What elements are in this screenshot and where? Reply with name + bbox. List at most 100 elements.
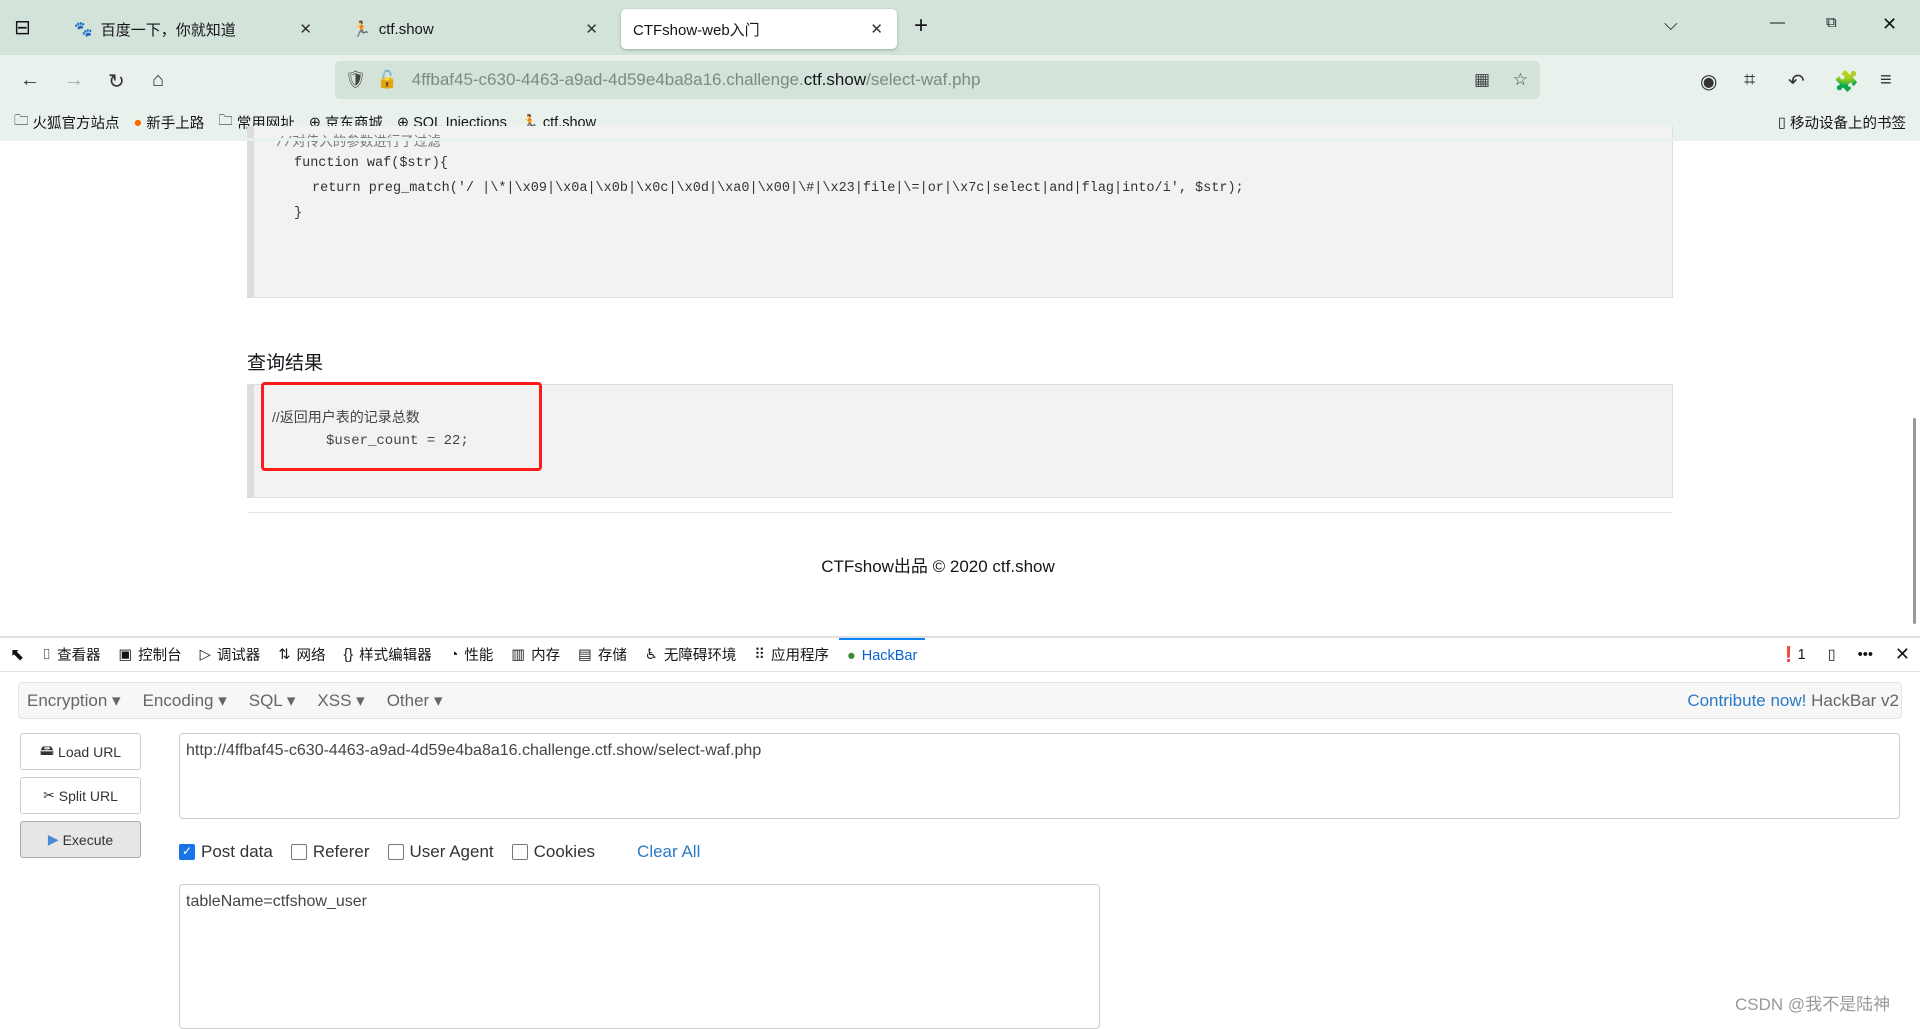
close-tab-icon[interactable]: ✕ [299,20,312,38]
menu-encryption[interactable]: Encryption ▾ [27,691,121,711]
post-data-textarea[interactable]: tableName=ctfshow_user [179,884,1100,1029]
bookmark-item[interactable]: ● 新手上路 [134,112,205,133]
highlight-box [261,382,542,471]
gauge-icon: ◔ [449,646,459,663]
menu-other[interactable]: Other ▾ [387,691,443,711]
bookmarks-shadow [0,138,1920,141]
devtools-panel: ⬉ ⌷ 查看器 ▣ 控制台 ▷ 调试器 ⇅ 网络 {} 样式编辑器 ◔ 性能 ▥ 内存 ▤ 存储… [0,636,1920,1029]
bookmark-item[interactable]: 🗀 火狐官方站点 [14,110,120,135]
accessibility-icon: ♿ [644,646,658,663]
tab-memory[interactable]: ▥ 内存 [511,644,560,665]
insecure-lock-icon[interactable]: 🔓 [377,70,398,90]
menu-icon[interactable]: ≡ [1880,69,1892,92]
split-url-button[interactable]: ✂ Split URL [20,777,141,814]
referer-checkbox[interactable]: Referer [290,842,370,862]
mobile-bookmarks[interactable]: ▯ 移动设备上的书签 [1778,112,1906,133]
menu-sql[interactable]: SQL ▾ [249,691,296,711]
grid-icon: ⠿ [754,646,765,663]
more-icon[interactable]: ••• [1858,647,1873,663]
inspector-icon: ⌷ [42,646,51,663]
home-icon[interactable]: ⌂ [152,69,164,92]
tab-performance[interactable]: ◔ 性能 [450,644,494,665]
back-icon[interactable]: ← [20,69,40,92]
close-tab-icon[interactable]: ✕ [870,20,883,38]
footer: CTFshow出品 © 2020 ctf.show [821,557,1055,576]
console-icon: ▣ [118,646,133,663]
load-icon: 🖴 [39,741,55,758]
close-devtools-icon[interactable]: ✕ [1895,644,1910,665]
memory-icon: ▥ [511,646,526,663]
checkbox[interactable] [511,844,528,860]
watermark: CSDN @我不是陆神 [1735,995,1891,1014]
reload-icon[interactable]: ↻ [108,69,125,94]
close-window-icon[interactable]: ✕ [1882,14,1897,35]
tab-bar: ⊟ 🐾 百度一下，你就知道 ✕ 🏃 ctf.show ✕ CTFshow-web入门 ✕ … [0,0,1920,55]
result-title: 查询结果 [247,353,324,374]
checkbox-checked[interactable]: ✓ [179,844,195,860]
account-icon[interactable]: ◉ [1700,69,1717,94]
tab-ctfshow-web[interactable]: CTFshow-web入门 ✕ [621,9,897,49]
tab-hackbar[interactable]: ● HackBar [838,637,926,672]
source-code-block: //对传入的参数进行了过滤 function waf($str){ return… [247,126,1673,298]
error-icon: ❗ [1779,647,1798,663]
crop-icon[interactable]: ⌗ [1744,69,1755,92]
restore-icon[interactable]: ⧉ [1826,14,1837,31]
new-tab-icon[interactable]: + [914,12,928,40]
nav-bar: ← → ↻ ⌂ 🛡 🔓 4ffbaf45-c630-4463-a9ad-4d59… [0,55,1920,107]
qr-code-icon[interactable]: ▦ [1474,70,1490,90]
divider [247,512,1673,513]
load-url-button[interactable]: 🖴 Load URL [20,733,141,770]
tab-debugger[interactable]: ▷ 调试器 [200,644,261,665]
element-picker-icon[interactable]: ⬉ [10,645,24,665]
hackbar-menu: Encryption ▾ Encoding ▾ SQL ▾ XSS ▾ Othe… [18,682,1902,719]
braces-icon: {} [343,646,354,663]
tab-baidu[interactable]: 🐾 百度一下，你就知道 ✕ [62,9,326,49]
url-bar[interactable]: 🛡 🔓 4ffbaf45-c630-4463-a9ad-4d59e4ba8a16… [335,61,1540,99]
options-row: ✓ Post data Referer User Agent Cookies Cl… [179,842,700,862]
network-icon: ⇅ [278,646,291,663]
post-data-checkbox[interactable]: ✓ Post data [179,842,273,862]
user-agent-checkbox[interactable]: User Agent [387,842,494,862]
close-tab-icon[interactable]: ✕ [585,20,598,38]
tab-ctfshow[interactable]: 🏃 ctf.show ✕ [340,9,612,49]
folder-icon: 🗀 [14,113,29,129]
folder-icon: 🗀 [218,113,233,129]
tab-console[interactable]: ▣ 控制台 [118,644,181,665]
clear-all-link[interactable]: Clear All [637,842,700,862]
checkbox[interactable] [387,844,404,860]
baidu-icon: 🐾 [74,21,93,38]
cookies-checkbox[interactable]: Cookies [511,842,595,862]
ctfshow-icon: 🏃 [352,21,371,38]
execute-button[interactable]: ▶ Execute [20,821,141,858]
extensions-icon[interactable]: 🧩 [1834,69,1859,94]
shield-icon[interactable]: 🛡 [345,70,367,90]
hackbar-icon: ● [846,647,856,664]
page-scrollbar[interactable] [1913,418,1916,624]
firefox-icon: ● [133,114,143,131]
responsive-mode-icon[interactable]: ▯ [1828,647,1836,663]
error-count[interactable]: ❗1 [1780,646,1806,663]
forward-icon[interactable]: → [64,69,84,92]
tab-inspector[interactable]: ⌷ 查看器 [42,644,100,665]
undo-icon[interactable]: ↶ [1788,69,1805,94]
mobile-icon: ▯ [1778,114,1786,131]
minimize-icon[interactable]: — [1770,14,1785,31]
tab-overview-icon[interactable]: ⊟ [14,15,31,40]
chevron-down-icon[interactable]: ⌵ [1664,14,1678,35]
menu-xss[interactable]: XSS ▾ [317,691,364,711]
storage-icon: ▤ [578,646,592,663]
tab-application[interactable]: ⠿ 应用程序 [754,644,829,665]
debugger-icon: ▷ [199,646,211,663]
tab-accessibility[interactable]: ♿ 无障碍环境 [645,644,737,665]
checkbox[interactable] [290,844,307,860]
tab-style-editor[interactable]: {} 样式编辑器 [343,644,431,665]
tab-network[interactable]: ⇅ 网络 [278,644,325,665]
devtools-toolbar: ⬉ ⌷ 查看器 ▣ 控制台 ▷ 调试器 ⇅ 网络 {} 样式编辑器 ◔ 性能 ▥ 内存 ▤ 存储… [0,637,1920,672]
menu-encoding[interactable]: Encoding ▾ [143,691,227,711]
scissors-icon: ✂ [43,787,55,803]
tab-storage[interactable]: ▤ 存储 [578,644,627,665]
play-icon: ▶ [47,831,59,847]
contribute-link[interactable]: Contribute now! [1687,691,1806,710]
star-icon[interactable]: ☆ [1513,70,1528,90]
url-textarea[interactable]: http://4ffbaf45-c630-4463-a9ad-4d59e4ba8… [179,733,1900,819]
